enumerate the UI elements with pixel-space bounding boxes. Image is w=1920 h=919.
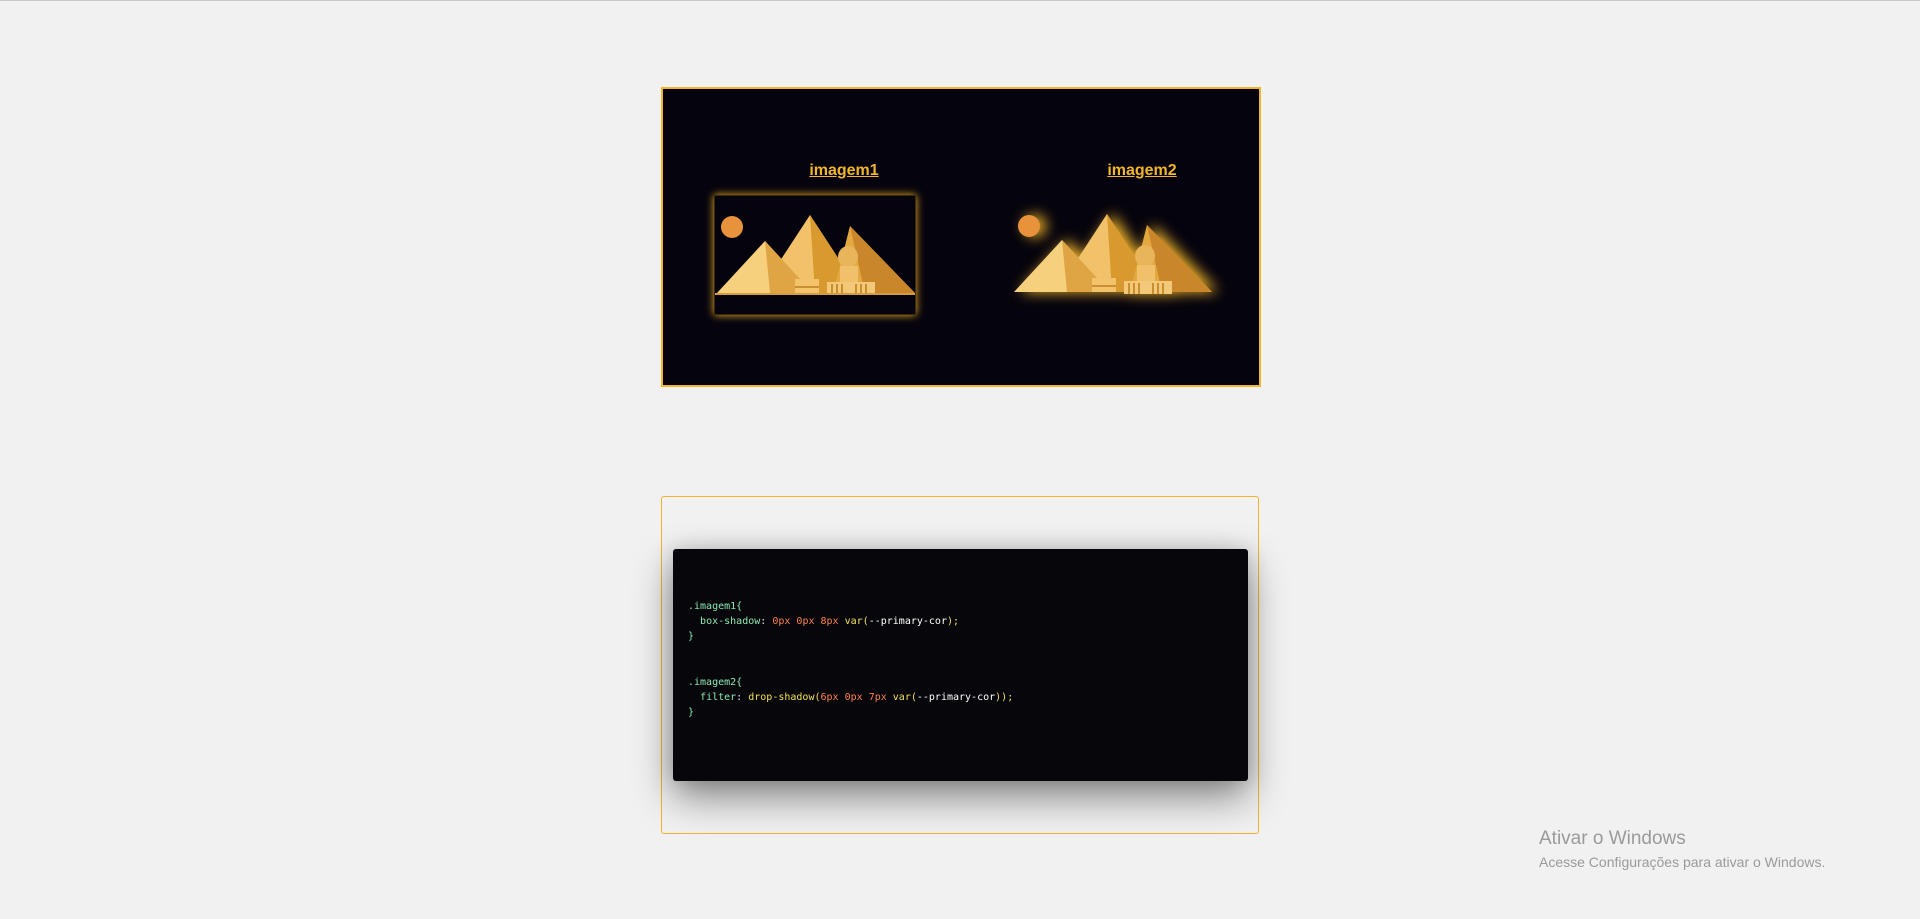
pyramids-sphinx-image-2: [1014, 214, 1212, 294]
rule1-colon: :: [760, 616, 767, 628]
top-divider: [0, 0, 1920, 1]
rule2-value-2: 0px: [844, 692, 863, 704]
watermark-title: Ativar o Windows: [1539, 828, 1686, 849]
rule2-value-1: 6px: [820, 692, 839, 704]
demo-panel: imagem1 imagem2: [661, 87, 1261, 387]
code-window: .imagem1{ box-shadow: 0px 0px 8px var(--…: [673, 549, 1248, 781]
watermark-subtitle: Acesse Configurações para ativar o Windo…: [1539, 854, 1826, 870]
rule2-colon: :: [736, 692, 743, 704]
css-code-block[interactable]: .imagem1{ box-shadow: 0px 0px 8px var(--…: [688, 599, 1013, 721]
rule1-value-1: 0px: [772, 616, 791, 628]
rule2-close: }: [688, 707, 695, 719]
rule1-property: box-shadow: [700, 616, 761, 628]
rule1-end: );: [946, 616, 960, 628]
image1-title[interactable]: imagem1: [714, 162, 974, 180]
rule2-fn: var: [892, 692, 911, 704]
image1-frame: [714, 195, 916, 315]
image2-title[interactable]: imagem2: [1012, 162, 1272, 180]
rule2-value-3: 7px: [868, 692, 887, 704]
rule1-value-2: 0px: [796, 616, 815, 628]
code-panel: .imagem1{ box-shadow: 0px 0px 8px var(--…: [661, 496, 1259, 834]
rule2-selector: .imagem2{: [688, 677, 743, 689]
rule1-value-3: 8px: [820, 616, 839, 628]
rule1-selector: .imagem1{: [688, 601, 743, 612]
rule2-fn-outer: drop-shadow: [748, 692, 815, 704]
rule1-fn: var: [844, 616, 863, 628]
windows-activation-watermark: Ativar o Windows Acesse Configurações pa…: [1539, 828, 1825, 872]
rule1-arg: --primary-cor: [868, 616, 947, 628]
rule2-end: ));: [995, 692, 1014, 704]
rule2-arg: --primary-cor: [916, 692, 996, 704]
image2-frame: [1012, 195, 1212, 313]
rule1-close: }: [688, 631, 695, 643]
rule2-property: filter: [700, 692, 737, 704]
pyramids-sphinx-image-1: [715, 215, 915, 295]
